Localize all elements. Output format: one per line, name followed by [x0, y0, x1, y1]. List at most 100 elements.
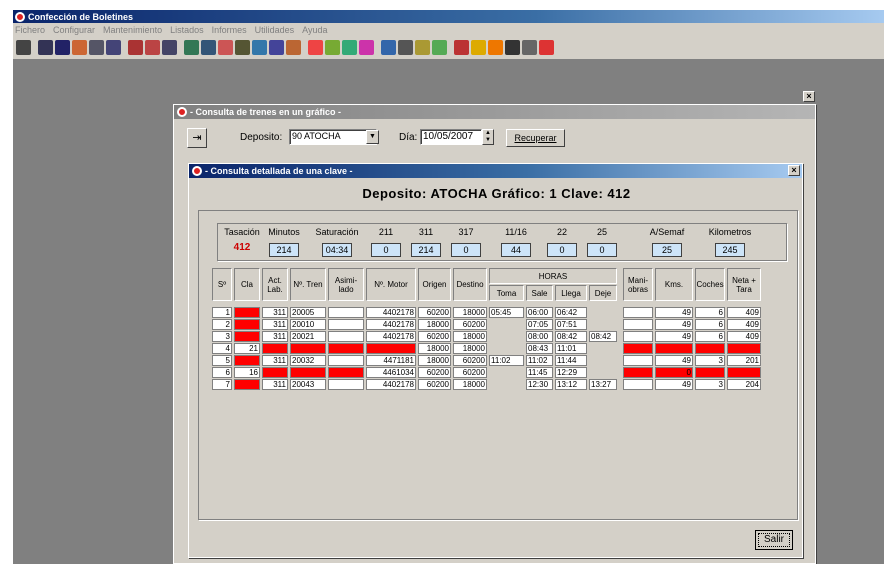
toolbar-tool-icon-6[interactable] [128, 40, 143, 55]
table-cell-asim[interactable] [328, 379, 364, 390]
close-icon[interactable]: × [788, 165, 800, 176]
table-cell-tren[interactable] [290, 367, 326, 378]
table-cell-mani[interactable] [623, 379, 653, 390]
toolbar-tool-icon-24[interactable] [454, 40, 469, 55]
table-cell-kms[interactable] [655, 343, 693, 354]
toolbar-tool-icon-28[interactable] [522, 40, 537, 55]
toolbar-tool-icon-21[interactable] [398, 40, 413, 55]
table-cell-neta[interactable]: 201 [727, 355, 761, 366]
toolbar-tool-icon-12[interactable] [235, 40, 250, 55]
table-cell-origen[interactable]: 60200 [418, 367, 451, 378]
toolbar-tool-icon-18[interactable] [342, 40, 357, 55]
table-cell-tren[interactable] [290, 343, 326, 354]
table-cell-coches[interactable]: 6 [695, 307, 725, 318]
table-cell-tren[interactable]: 20010 [290, 319, 326, 330]
toolbar-tool-icon-23[interactable] [432, 40, 447, 55]
toolbar-tool-icon-4[interactable] [89, 40, 104, 55]
table-cell-cla[interactable] [234, 307, 260, 318]
menu-item-6[interactable]: Ayuda [302, 25, 327, 35]
table-cell-asim[interactable] [328, 343, 364, 354]
table-cell-motor[interactable]: 4402178 [366, 331, 416, 342]
table-cell-destino[interactable]: 18000 [453, 343, 487, 354]
table-cell-destino[interactable]: 18000 [453, 379, 487, 390]
table-cell-asim[interactable] [328, 307, 364, 318]
table-cell-coches[interactable]: 3 [695, 355, 725, 366]
table-cell-neta[interactable]: 409 [727, 319, 761, 330]
toolbar-tool-icon-0[interactable] [16, 40, 31, 55]
table-cell-asim[interactable] [328, 331, 364, 342]
table-cell-asim[interactable] [328, 355, 364, 366]
menu-item-2[interactable]: Mantenimiento [103, 25, 162, 35]
table-cell-motor[interactable]: 4402178 [366, 319, 416, 330]
chevron-down-icon[interactable]: ▼ [366, 130, 379, 144]
toolbar-tool-icon-1[interactable] [38, 40, 53, 55]
table-cell-coches[interactable]: 6 [695, 331, 725, 342]
table-cell-cla[interactable]: 16 [234, 367, 260, 378]
table-cell-origen[interactable]: 60200 [418, 331, 451, 342]
table-cell-neta[interactable] [727, 343, 761, 354]
table-cell-motor[interactable]: 4402178 [366, 379, 416, 390]
table-cell-kms[interactable]: 49 [655, 331, 693, 342]
table-cell-origen[interactable]: 60200 [418, 307, 451, 318]
table-cell-origen[interactable]: 18000 [418, 319, 451, 330]
table-cell-mani[interactable] [623, 319, 653, 330]
table-cell-act[interactable]: 311 [262, 319, 288, 330]
menu-item-4[interactable]: Informes [212, 25, 247, 35]
table-cell-mani[interactable] [623, 331, 653, 342]
table-cell-tren[interactable]: 20005 [290, 307, 326, 318]
table-cell-act[interactable] [262, 367, 288, 378]
table-cell-destino[interactable]: 60200 [453, 367, 487, 378]
toolbar-tool-icon-11[interactable] [218, 40, 233, 55]
table-cell-destino[interactable]: 18000 [453, 331, 487, 342]
table-cell-act[interactable] [262, 343, 288, 354]
table-cell-act[interactable]: 311 [262, 379, 288, 390]
table-cell-destino[interactable]: 60200 [453, 355, 487, 366]
table-cell-motor[interactable]: 4471181 [366, 355, 416, 366]
table-cell-tren[interactable]: 20021 [290, 331, 326, 342]
table-cell-act[interactable]: 311 [262, 307, 288, 318]
toolbar-tool-icon-17[interactable] [325, 40, 340, 55]
menu-item-1[interactable]: Configurar [53, 25, 95, 35]
table-cell-cla[interactable] [234, 331, 260, 342]
recuperar-button[interactable]: Recuperar [506, 129, 565, 147]
table-cell-neta[interactable]: 204 [727, 379, 761, 390]
table-cell-origen[interactable]: 18000 [418, 355, 451, 366]
table-cell-motor[interactable]: 4461034 [366, 367, 416, 378]
table-cell-cla[interactable] [234, 319, 260, 330]
toolbar-tool-icon-5[interactable] [106, 40, 121, 55]
table-cell-coches[interactable] [695, 367, 725, 378]
table-cell-destino[interactable]: 60200 [453, 319, 487, 330]
table-cell-neta[interactable]: 409 [727, 307, 761, 318]
table-cell-mani[interactable] [623, 367, 653, 378]
table-cell-coches[interactable] [695, 343, 725, 354]
table-cell-act[interactable]: 311 [262, 331, 288, 342]
toolbar-tool-icon-19[interactable] [359, 40, 374, 55]
salir-button[interactable]: Salir [755, 530, 793, 550]
dia-field[interactable]: 10/05/2007 [420, 129, 482, 145]
table-cell-tren[interactable]: 20032 [290, 355, 326, 366]
toolbar-tool-icon-14[interactable] [269, 40, 284, 55]
toolbar-tool-icon-9[interactable] [184, 40, 199, 55]
toolbar-tool-icon-3[interactable] [72, 40, 87, 55]
table-cell-mani[interactable] [623, 343, 653, 354]
table-cell-coches[interactable]: 3 [695, 379, 725, 390]
table-cell-act[interactable]: 311 [262, 355, 288, 366]
table-cell-origen[interactable]: 60200 [418, 379, 451, 390]
table-cell-tren[interactable]: 20043 [290, 379, 326, 390]
toolbar-tool-icon-10[interactable] [201, 40, 216, 55]
toolbar-tool-icon-29[interactable] [539, 40, 554, 55]
exit-door-icon[interactable]: ⇥ [187, 128, 207, 148]
table-cell-asim[interactable] [328, 367, 364, 378]
menu-item-0[interactable]: Fichero [15, 25, 45, 35]
toolbar-tool-icon-16[interactable] [308, 40, 323, 55]
toolbar-tool-icon-26[interactable] [488, 40, 503, 55]
toolbar-tool-icon-2[interactable] [55, 40, 70, 55]
table-cell-cla[interactable] [234, 355, 260, 366]
table-cell-mani[interactable] [623, 355, 653, 366]
table-cell-cla[interactable] [234, 379, 260, 390]
toolbar-tool-icon-7[interactable] [145, 40, 160, 55]
toolbar-tool-icon-25[interactable] [471, 40, 486, 55]
table-cell-cla[interactable]: 21 [234, 343, 260, 354]
table-cell-mani[interactable] [623, 307, 653, 318]
menu-item-3[interactable]: Listados [170, 25, 204, 35]
